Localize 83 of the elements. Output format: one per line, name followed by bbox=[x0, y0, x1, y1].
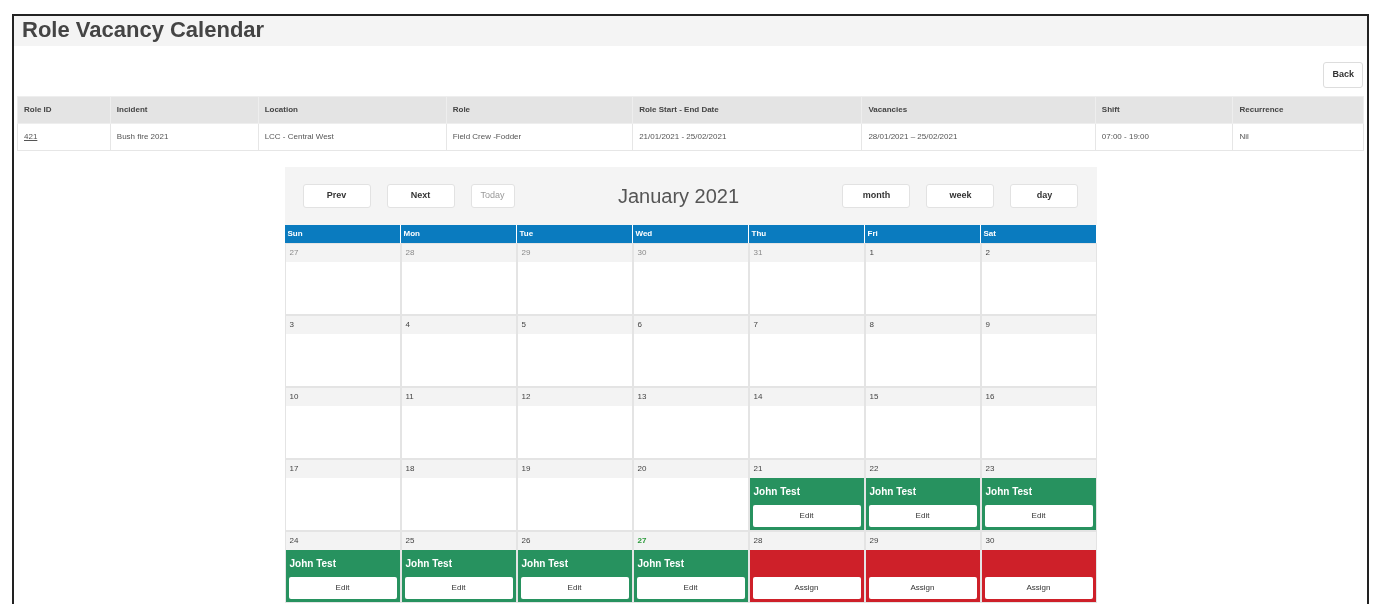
day-number: 26 bbox=[517, 531, 632, 550]
table-cell: Nil bbox=[1232, 123, 1364, 150]
column-header: Role Start - End Date bbox=[632, 96, 862, 123]
day-number: 9 bbox=[981, 315, 1096, 334]
view-button[interactable]: month bbox=[842, 183, 911, 208]
day-number: 30 bbox=[633, 243, 748, 262]
day-number: 2 bbox=[981, 243, 1096, 262]
column-header: Recurrence bbox=[1232, 96, 1364, 123]
assign-button[interactable]: Assign bbox=[752, 576, 861, 599]
table-cell: 28/01/2021 – 25/02/2021 bbox=[861, 123, 1096, 150]
nav-button[interactable]: Next bbox=[386, 183, 455, 208]
day-number: 7 bbox=[749, 315, 864, 334]
view-button[interactable]: day bbox=[1010, 183, 1079, 208]
day-number: 20 bbox=[633, 459, 748, 478]
assign-button[interactable]: Assign bbox=[984, 576, 1093, 599]
assignee-name: John Test bbox=[405, 556, 453, 571]
day-number: 5 bbox=[517, 315, 632, 334]
edit-button[interactable]: Edit bbox=[752, 504, 861, 527]
assignee-name: John Test bbox=[289, 556, 337, 571]
assignee-name: John Test bbox=[869, 484, 917, 499]
day-number: 24 bbox=[285, 531, 400, 550]
day-number: 12 bbox=[517, 387, 632, 406]
column-header: Role ID bbox=[17, 96, 111, 123]
table-cell: 07:00 - 19:00 bbox=[1095, 123, 1233, 150]
day-number: 10 bbox=[285, 387, 400, 406]
calendar-title: January 2021 bbox=[617, 183, 740, 209]
assignee-name: John Test bbox=[637, 556, 685, 571]
day-number: 4 bbox=[401, 315, 516, 334]
day-number: 3 bbox=[285, 315, 400, 334]
day-number: 15 bbox=[865, 387, 980, 406]
day-number: 29 bbox=[865, 531, 980, 550]
day-number: 23 bbox=[981, 459, 1096, 478]
day-number: 14 bbox=[749, 387, 864, 406]
weekday-header: Mon bbox=[400, 224, 517, 243]
table-cell: LCC - Central West bbox=[258, 123, 447, 150]
day-number: 30 bbox=[981, 531, 1096, 550]
table-cell: Bush fire 2021 bbox=[110, 123, 259, 150]
role-id-link[interactable]: 421 bbox=[24, 131, 38, 141]
day-number: 16 bbox=[981, 387, 1096, 406]
weekday-header: Wed bbox=[632, 224, 749, 243]
day-number: 17 bbox=[285, 459, 400, 478]
day-number: 27 bbox=[285, 243, 400, 262]
day-number: 8 bbox=[865, 315, 980, 334]
assignee-name: John Test bbox=[985, 484, 1033, 499]
weekday-header: Sun bbox=[284, 224, 401, 243]
edit-button[interactable]: Edit bbox=[636, 576, 745, 599]
day-number: 21 bbox=[749, 459, 864, 478]
view-button[interactable]: week bbox=[926, 183, 995, 208]
weekday-header: Fri bbox=[864, 224, 981, 243]
table-cell: Field Crew -Fodder bbox=[446, 123, 633, 150]
column-header: Incident bbox=[110, 96, 259, 123]
column-header: Location bbox=[258, 96, 447, 123]
edit-button[interactable]: Edit bbox=[288, 576, 397, 599]
day-number: 31 bbox=[749, 243, 864, 262]
edit-button[interactable]: Edit bbox=[520, 576, 629, 599]
column-header: Role bbox=[446, 96, 633, 123]
assign-button[interactable]: Assign bbox=[868, 576, 977, 599]
day-number: 19 bbox=[517, 459, 632, 478]
day-number: 25 bbox=[401, 531, 516, 550]
day-number: 6 bbox=[633, 315, 748, 334]
edit-button[interactable]: Edit bbox=[984, 504, 1093, 527]
weekday-header: Thu bbox=[748, 224, 865, 243]
assignee-name: John Test bbox=[521, 556, 569, 571]
day-number: 18 bbox=[401, 459, 516, 478]
day-number: 13 bbox=[633, 387, 748, 406]
day-number: 29 bbox=[517, 243, 632, 262]
day-number: 28 bbox=[749, 531, 864, 550]
day-number: 22 bbox=[865, 459, 980, 478]
nav-button[interactable]: Prev bbox=[302, 183, 371, 208]
edit-button[interactable]: Edit bbox=[404, 576, 513, 599]
day-number: 28 bbox=[401, 243, 516, 262]
table-cell: 21/01/2021 - 25/02/2021 bbox=[632, 123, 862, 150]
back-button[interactable]: Back bbox=[1323, 62, 1363, 88]
day-number: 1 bbox=[865, 243, 980, 262]
column-header: Vacancies bbox=[861, 96, 1096, 123]
weekday-header: Tue bbox=[516, 224, 633, 243]
weekday-header: Sat bbox=[980, 224, 1097, 243]
edit-button[interactable]: Edit bbox=[868, 504, 977, 527]
day-number: 11 bbox=[401, 387, 516, 406]
page-title: Role Vacancy Calendar bbox=[22, 16, 266, 44]
day-number: 27 bbox=[633, 531, 748, 550]
column-header: Shift bbox=[1095, 96, 1233, 123]
assignee-name: John Test bbox=[753, 484, 801, 499]
